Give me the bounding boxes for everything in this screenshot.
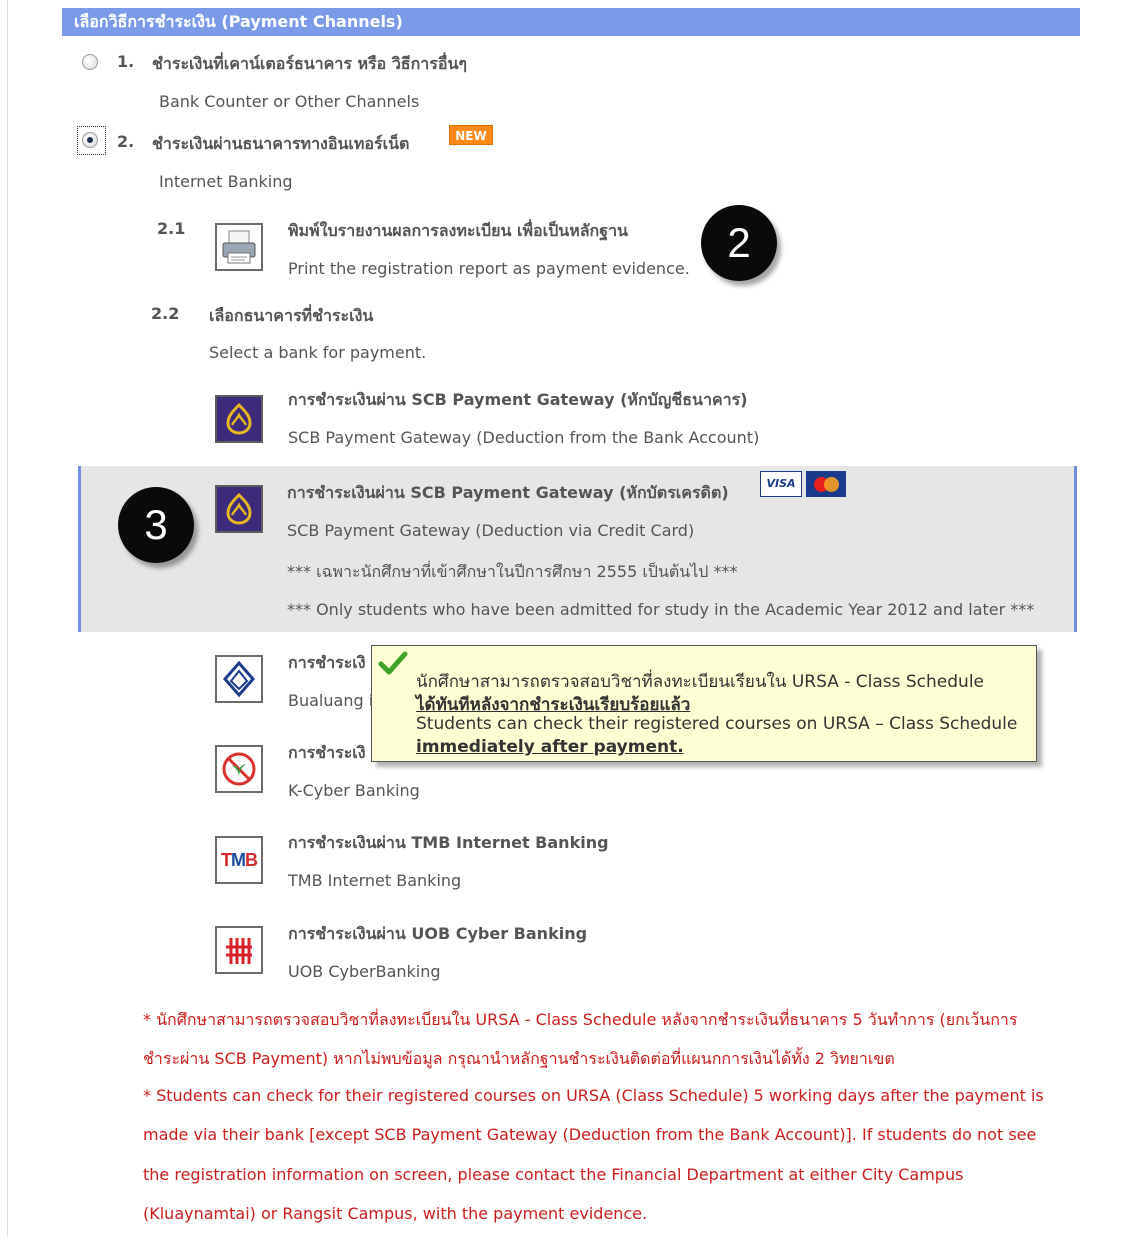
- bank-bualuang-english[interactable]: Bualuang i: [288, 691, 373, 710]
- section-header: เลือกวิธีการชำระเงิน (Payment Channels): [62, 8, 1080, 36]
- bank-kbank-english[interactable]: K-Cyber Banking: [288, 781, 420, 800]
- bank-scb-account-english[interactable]: SCB Payment Gateway (Deduction from the …: [288, 428, 759, 447]
- tmb-icon[interactable]: TMB: [215, 836, 263, 884]
- footnote-english-2: made via their bank [except SCB Payment …: [143, 1125, 1037, 1144]
- tooltip-line-english: Students can check their registered cour…: [416, 714, 1018, 734]
- bank-bualuang-thai[interactable]: การชำระเงิ: [288, 651, 366, 676]
- bank-kbank-thai[interactable]: การชำระเงิ: [288, 741, 366, 766]
- option1-number: 1.: [117, 52, 135, 71]
- step22-thai-label: เลือกธนาคารที่ชำระเงิน: [209, 306, 374, 325]
- footnote-thai-1: * นักศึกษาสามารถตรวจสอบวิชาที่ลงทะเบียนใ…: [143, 1010, 1018, 1029]
- step21-number: 2.1: [157, 219, 186, 238]
- radio-bank-counter[interactable]: [82, 54, 98, 70]
- footnote-english-4: (Kluaynamtai) or Rangsit Campus, with th…: [143, 1204, 648, 1223]
- scb-logo-icon[interactable]: [215, 395, 263, 443]
- bank-scb-credit-english[interactable]: SCB Payment Gateway (Deduction via Credi…: [287, 521, 694, 540]
- bank-scb-credit-thai[interactable]: การชำระเงินผ่าน SCB Payment Gateway (หัก…: [287, 481, 729, 506]
- option2-thai-label[interactable]: ชำระเงินผ่านธนาคารทางอินเทอร์เน็ต: [152, 132, 409, 157]
- callout-2: 2: [701, 205, 777, 281]
- kbank-icon[interactable]: [215, 745, 263, 793]
- uob-icon[interactable]: [215, 926, 263, 974]
- option2-number: 2.: [117, 132, 135, 151]
- radio-internet-banking[interactable]: [82, 132, 98, 148]
- bank-tmb-thai[interactable]: การชำระเงินผ่าน TMB Internet Banking: [288, 831, 609, 856]
- scb-credit-note-thai: *** เฉพาะนักศึกษาที่เข้าศึกษาในปีการศึกษ…: [287, 562, 738, 581]
- printer-icon[interactable]: [215, 223, 263, 271]
- visa-card-icon: VISA: [760, 471, 802, 497]
- option1-thai-label[interactable]: ชำระเงินที่เคาน์เตอร์ธนาคาร หรือ วิธีการ…: [152, 52, 467, 77]
- step21-thai-label[interactable]: พิมพ์ใบรายงานผลการลงทะเบียน เพื่อเป็นหลั…: [288, 219, 628, 244]
- step21-english-label[interactable]: Print the registration report as payment…: [288, 259, 690, 278]
- bank-tmb-english[interactable]: TMB Internet Banking: [288, 871, 461, 890]
- footnote-english-1: * Students can check for their registere…: [143, 1086, 1044, 1105]
- bank-scb-account-thai[interactable]: การชำระเงินผ่าน SCB Payment Gateway (หัก…: [288, 388, 748, 413]
- footnote-thai-2: ชำระผ่าน SCB Payment) หากไม่พบข้อมูล กรุ…: [143, 1049, 895, 1068]
- scb-credit-note-english: *** Only students who have been admitted…: [287, 600, 1035, 619]
- new-badge: NEW: [449, 125, 493, 145]
- step22-english-label: Select a bank for payment.: [209, 343, 427, 362]
- scb-logo-icon[interactable]: [215, 485, 263, 533]
- callout-3: 3: [118, 487, 194, 563]
- bank-uob-english[interactable]: UOB CyberBanking: [288, 962, 441, 981]
- step22-number: 2.2: [151, 304, 180, 323]
- bank-uob-thai[interactable]: การชำระเงินผ่าน UOB Cyber Banking: [288, 922, 587, 947]
- payment-tooltip: นักศึกษาสามารถตรวจสอบวิชาที่ลงทะเบียนเรี…: [371, 645, 1037, 762]
- mastercard-icon: [806, 471, 846, 497]
- checkmark-icon: [378, 651, 408, 675]
- left-border-line: [7, 0, 8, 1237]
- bangkok-bank-icon[interactable]: [215, 655, 263, 703]
- option1-english-label[interactable]: Bank Counter or Other Channels: [159, 92, 419, 111]
- tooltip-line-english-emphasis: immediately after payment.: [416, 737, 684, 757]
- option2-english-label[interactable]: Internet Banking: [159, 172, 293, 191]
- footnote-english-3: the registration information on screen, …: [143, 1165, 964, 1184]
